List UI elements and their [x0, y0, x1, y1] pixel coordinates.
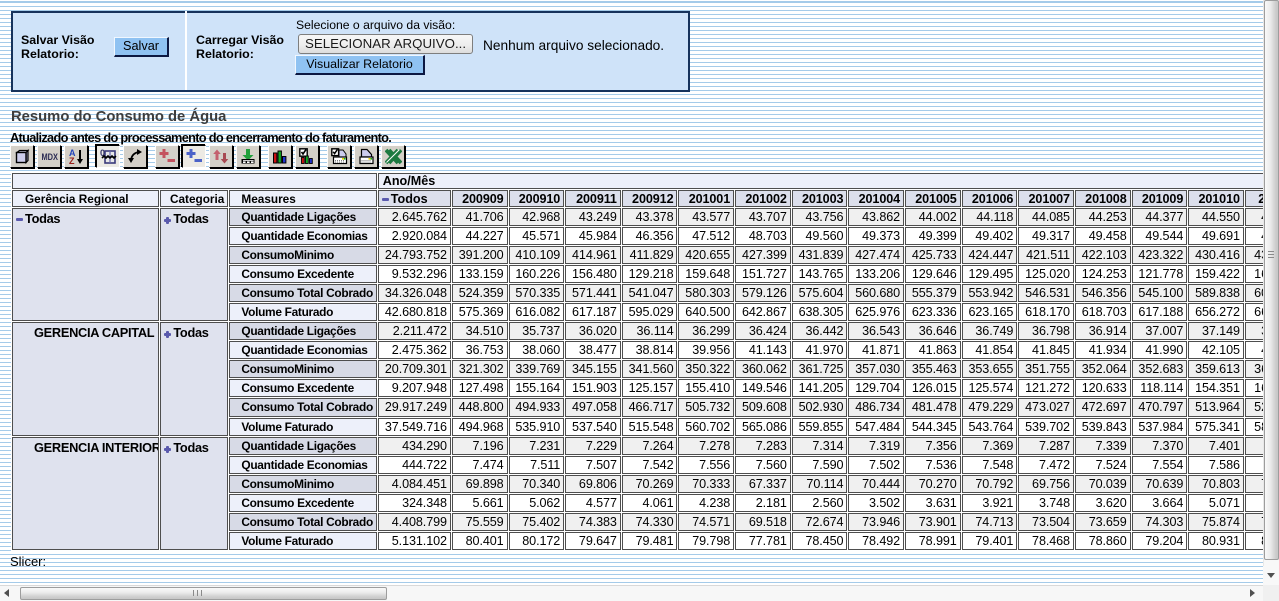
svg-text:Z: Z [69, 156, 75, 165]
svg-text:MDX: MDX [42, 152, 59, 163]
